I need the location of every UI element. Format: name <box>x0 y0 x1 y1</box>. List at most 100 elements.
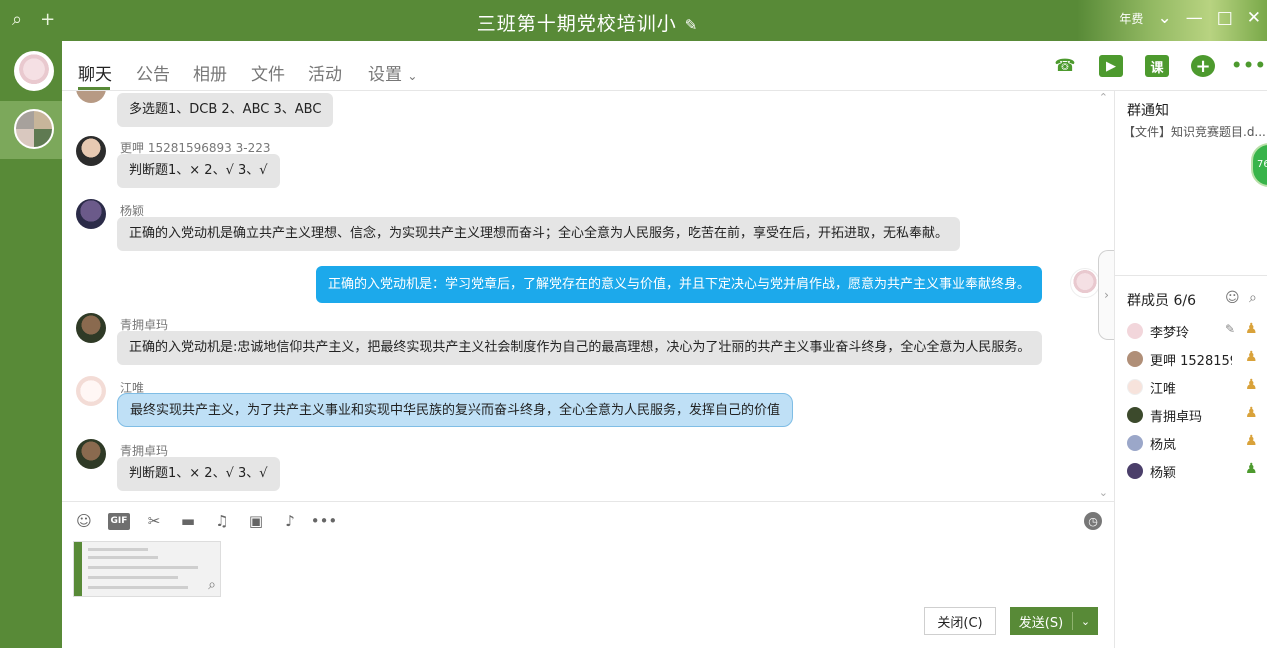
lesson-button[interactable]: 课 <box>1145 55 1169 77</box>
thumbnail-line <box>88 566 198 569</box>
group-notice-body[interactable]: 【文件】知识竞赛题目.d... <box>1123 123 1266 140</box>
tab-settings[interactable]: 设置 ⌄ <box>368 60 417 85</box>
sender-avatar[interactable] <box>76 313 106 343</box>
sender-avatar[interactable] <box>76 376 106 406</box>
vip-label: 年费 <box>1119 11 1144 26</box>
edit-title-icon[interactable]: ✎ <box>685 16 699 34</box>
send-button-label: 发送(S) <box>1018 615 1064 631</box>
members-header: 群成员 6/6 ☺ ⌕ <box>1115 275 1267 319</box>
admin-icon: ♟ <box>1245 433 1258 449</box>
scroll-down-icon[interactable]: ⌄ <box>1099 486 1108 499</box>
message-bubble[interactable]: 正确的入党动机是确立共产主义理想、信念，为实现共产主义理想而奋斗；全心全意为人民… <box>117 217 961 251</box>
member-item[interactable]: 李梦玲 ✎ ♟ <box>1127 321 1267 341</box>
tab-chat[interactable]: 聊天 <box>78 60 112 85</box>
scroll-up-icon[interactable]: ⌃ <box>1099 91 1108 104</box>
close-button[interactable]: 关闭(C) <box>924 607 996 635</box>
message-bubble[interactable]: 判断题1、× 2、√ 3、√ <box>117 457 280 491</box>
music-icon[interactable]: ♫ <box>212 511 232 531</box>
collapse-panel-handle[interactable]: › <box>1098 250 1114 340</box>
bell-icon[interactable]: ♪ <box>280 511 300 531</box>
member-name: 杨颖 <box>1150 466 1177 481</box>
member-avatar <box>1127 351 1143 367</box>
tab-activities[interactable]: 活动 <box>308 60 342 85</box>
member-item[interactable]: 杨颖 ♟ <box>1127 461 1267 481</box>
message-bubble-self[interactable]: 正确的入党动机是：学习党章后，了解党存在的意义与价值，并且下定决心与党并肩作战，… <box>316 266 1043 303</box>
minimize-icon[interactable]: — <box>1186 8 1203 28</box>
add-app-icon[interactable]: + <box>1191 55 1215 77</box>
sender-avatar[interactable] <box>76 199 106 229</box>
gif-icon[interactable]: GIF <box>108 512 130 530</box>
video-call-icon[interactable]: ▶ <box>1099 55 1123 77</box>
member-icon: ♟ <box>1245 461 1258 477</box>
send-button[interactable]: 发送(S) ⌄ <box>1010 607 1098 635</box>
admin-icon: ♟ <box>1245 405 1258 421</box>
member-avatar <box>1127 435 1143 451</box>
scissors-icon[interactable]: ✂ <box>144 511 164 531</box>
member-item[interactable]: 杨岚 ♟ <box>1127 433 1267 453</box>
member-avatar <box>1127 407 1143 423</box>
chevron-down-icon: ⌄ <box>407 69 418 83</box>
member-name: 青拥卓玛 <box>1150 410 1203 425</box>
input-toolbar: ☺ GIF ✂ ▬ ♫ ▣ ♪ ••• ◷ <box>62 501 1114 539</box>
tab-announcement[interactable]: 公告 <box>136 60 170 85</box>
member-manage-icon[interactable]: ☺ <box>1225 290 1240 306</box>
member-item[interactable]: 青拥卓玛 ♟ <box>1127 405 1267 425</box>
sender-avatar[interactable] <box>76 439 106 469</box>
self-avatar[interactable] <box>1070 268 1100 298</box>
emoji-icon[interactable]: ☺ <box>74 511 94 531</box>
group-name: 三班第十期党校培训小 <box>476 13 677 35</box>
conversation-rail <box>0 41 62 648</box>
folder-icon[interactable]: ▬ <box>178 511 198 531</box>
member-name: 杨岚 <box>1150 438 1177 453</box>
thumbnail-strip <box>74 542 82 596</box>
close-icon[interactable]: ✕ <box>1247 8 1261 28</box>
maximize-icon[interactable]: □ <box>1217 8 1233 28</box>
chevron-down-icon[interactable]: ⌄ <box>1157 8 1171 28</box>
tab-bar: 聊天 公告 相册 文件 活动 设置 ⌄ ☎ ▶ 课 + ••• <box>62 41 1267 91</box>
member-name: 更呷 15281596893 <box>1150 354 1232 369</box>
more-tools-icon[interactable]: ••• <box>311 511 338 531</box>
member-name: 江唯 <box>1150 382 1177 397</box>
phone-icon[interactable]: ☎ <box>1053 55 1077 77</box>
thumbnail-line <box>88 556 158 559</box>
active-tab-indicator <box>78 87 110 90</box>
tab-files[interactable]: 文件 <box>251 60 285 85</box>
message-bubble[interactable]: 最终实现共产主义，为了共产主义事业和实现中华民族的复兴而奋斗终身，全心全意为人民… <box>117 393 794 427</box>
admin-icon: ♟ <box>1245 377 1258 393</box>
group-avatar[interactable] <box>14 109 54 149</box>
tab-album[interactable]: 相册 <box>193 60 227 85</box>
clock-icon[interactable]: ◷ <box>1084 512 1102 530</box>
zoom-icon[interactable]: ⌕ <box>208 577 216 593</box>
more-icon[interactable]: ••• <box>1231 55 1266 77</box>
group-notice-title: 群通知 <box>1127 103 1169 119</box>
member-item[interactable]: 江唯 ♟ <box>1127 377 1267 397</box>
sender-avatar[interactable] <box>76 91 106 103</box>
member-avatar <box>1127 379 1143 395</box>
message-bubble[interactable]: 正确的入党动机是:忠诚地信仰共产主义，把最终实现共产主义社会制度作为自己的最高理… <box>117 331 1043 365</box>
tab-settings-label: 设置 <box>368 65 402 85</box>
member-name: 李梦玲 <box>1150 326 1190 341</box>
members-title: 群成员 6/6 <box>1127 293 1196 309</box>
edit-icon[interactable]: ✎ <box>1225 322 1235 336</box>
member-item[interactable]: 更呷 15281596893 ♟ <box>1127 349 1267 369</box>
message-list[interactable]: ⌃ 多选题1、DCB 2、ABC 3、ABC 更呷 15281596893 3-… <box>62 91 1114 501</box>
member-avatar <box>1127 323 1143 339</box>
title-bar: ⌕ + 三班第十期党校培训小 ✎ 年费 ⌄ — □ ✕ <box>0 0 1267 41</box>
message-input[interactable]: ⌕ 关闭(C) 发送(S) ⌄ <box>62 539 1114 648</box>
window-title: 三班第十期党校培训小 ✎ <box>0 9 1175 36</box>
chevron-down-icon[interactable]: ⌄ <box>1073 615 1098 628</box>
user-avatar[interactable] <box>14 51 54 91</box>
group-side-panel: 群通知 【文件】知识竞赛题目.d... 76 群成员 6/6 ☺ ⌕ 李梦玲 ✎… <box>1114 91 1267 648</box>
image-icon[interactable]: ▣ <box>246 511 266 531</box>
message-bubble[interactable]: 多选题1、DCB 2、ABC 3、ABC <box>117 93 334 127</box>
admin-icon: ♟ <box>1245 349 1258 365</box>
thumbnail-line <box>88 576 178 579</box>
sender-avatar[interactable] <box>76 136 106 166</box>
speed-badge[interactable]: 76 <box>1251 143 1267 187</box>
pasted-image-thumbnail[interactable]: ⌕ <box>73 541 221 597</box>
message-bubble[interactable]: 判断题1、× 2、√ 3、√ <box>117 154 280 188</box>
owner-icon: ♟ <box>1245 321 1258 337</box>
thumbnail-line <box>88 548 148 551</box>
member-search-icon[interactable]: ⌕ <box>1249 290 1257 306</box>
thumbnail-line <box>88 586 188 589</box>
